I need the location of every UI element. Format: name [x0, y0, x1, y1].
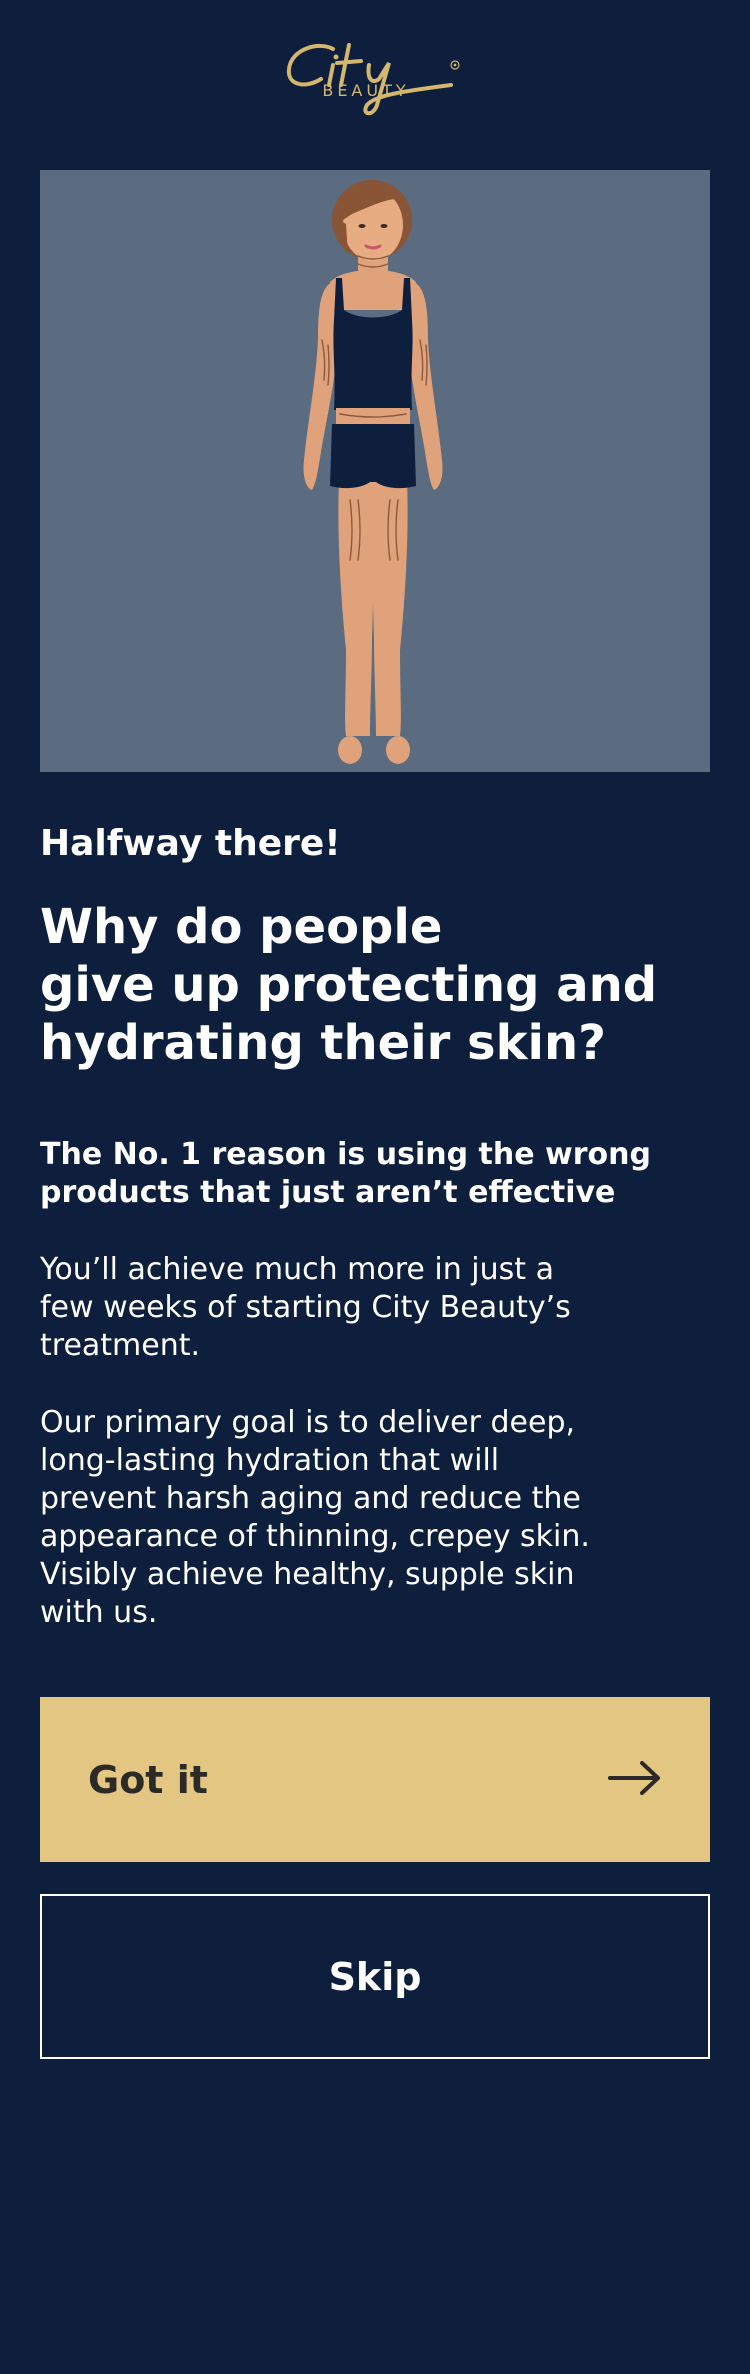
- city-beauty-logo[interactable]: BEAUTY: [275, 25, 475, 125]
- body-paragraph-2: Our primary goal is to deliver deep, lon…: [40, 1405, 590, 1630]
- progress-eyebrow: Halfway there!: [40, 823, 341, 864]
- header: BEAUTY: [0, 0, 750, 150]
- woman-body-aging-illustration: [303, 180, 443, 764]
- body-paragraph-1: You’ll achieve much more in just a few w…: [40, 1252, 571, 1363]
- got-it-button[interactable]: Got it: [40, 1697, 710, 1862]
- skip-button-label: Skip: [328, 1954, 422, 1999]
- page-title: Why do people give up protecting and hyd…: [40, 899, 658, 1071]
- logo-script-mark: [286, 43, 460, 116]
- hero-image: [40, 170, 710, 772]
- skip-button[interactable]: Skip: [40, 1894, 710, 2059]
- subheading: The No. 1 reason is using the wrong prod…: [40, 1137, 651, 1210]
- arrow-right-icon: [608, 1760, 662, 1800]
- logo-subtitle: BEAUTY: [322, 81, 410, 100]
- got-it-button-label: Got it: [88, 1757, 208, 1802]
